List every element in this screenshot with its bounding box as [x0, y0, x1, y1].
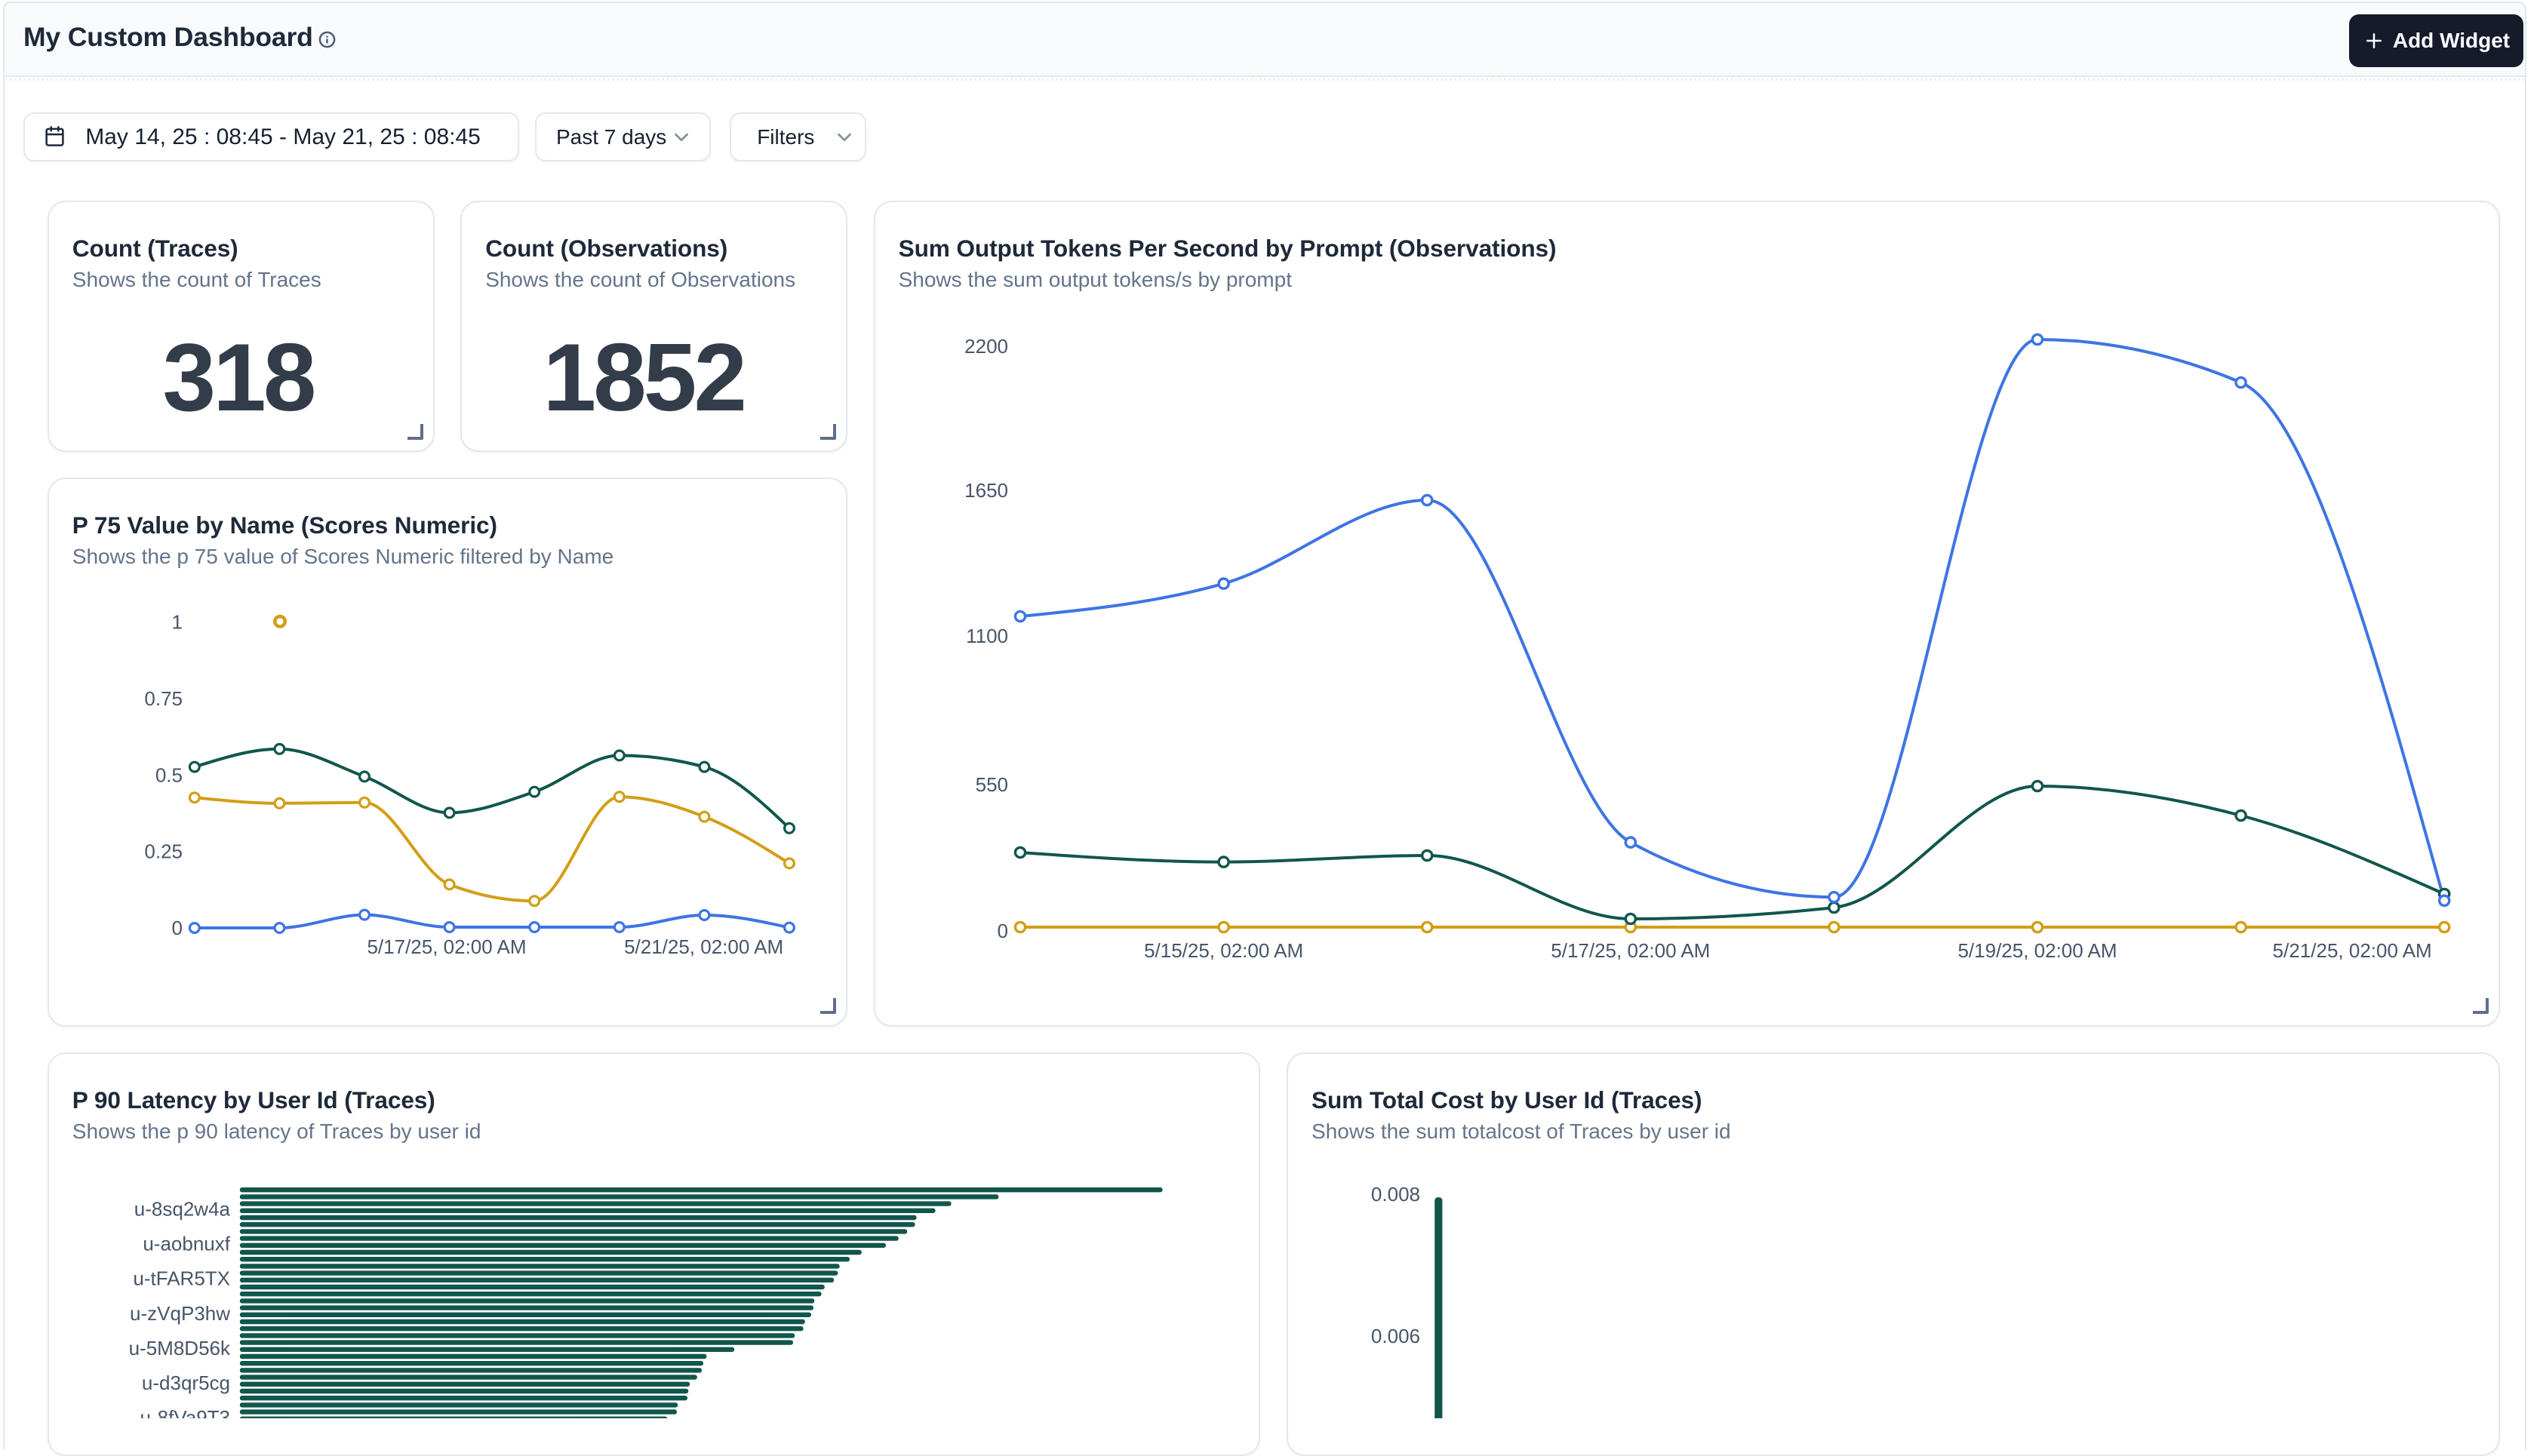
- svg-text:0.006: 0.006: [1371, 1325, 1420, 1347]
- svg-text:5/19/25, 02:00 AM: 5/19/25, 02:00 AM: [1957, 939, 2117, 962]
- svg-text:u-8fVa9T3: u-8fVa9T3: [140, 1406, 230, 1418]
- svg-text:u-5M8D56k: u-5M8D56k: [129, 1337, 231, 1359]
- svg-text:1100: 1100: [966, 625, 1008, 647]
- svg-text:u-8sq2w4a: u-8sq2w4a: [134, 1197, 231, 1220]
- svg-text:0.5: 0.5: [155, 763, 183, 786]
- svg-text:550: 550: [976, 773, 1008, 796]
- svg-text:0.008: 0.008: [1371, 1183, 1420, 1206]
- svg-text:u-aobnuxf: u-aobnuxf: [143, 1232, 230, 1255]
- svg-text:1: 1: [172, 611, 183, 634]
- svg-text:u-zVqP3hw: u-zVqP3hw: [130, 1302, 230, 1325]
- svg-text:5/21/25, 02:00 AM: 5/21/25, 02:00 AM: [624, 935, 783, 958]
- svg-text:2200: 2200: [964, 335, 1008, 358]
- svg-text:0.75: 0.75: [144, 687, 183, 710]
- svg-text:0: 0: [172, 917, 183, 939]
- svg-text:5/21/25, 02:00 AM: 5/21/25, 02:00 AM: [2273, 939, 2432, 962]
- svg-text:0: 0: [998, 920, 1008, 942]
- svg-text:5/17/25, 02:00 AM: 5/17/25, 02:00 AM: [1551, 939, 1710, 962]
- svg-text:5/17/25, 02:00 AM: 5/17/25, 02:00 AM: [367, 935, 526, 958]
- svg-text:0.25: 0.25: [144, 840, 183, 863]
- svg-text:1650: 1650: [964, 479, 1008, 502]
- svg-text:u-d3qr5cg: u-d3qr5cg: [142, 1372, 230, 1394]
- svg-text:u-tFAR5TX: u-tFAR5TX: [133, 1267, 230, 1290]
- svg-text:5/15/25, 02:00 AM: 5/15/25, 02:00 AM: [1144, 939, 1303, 962]
